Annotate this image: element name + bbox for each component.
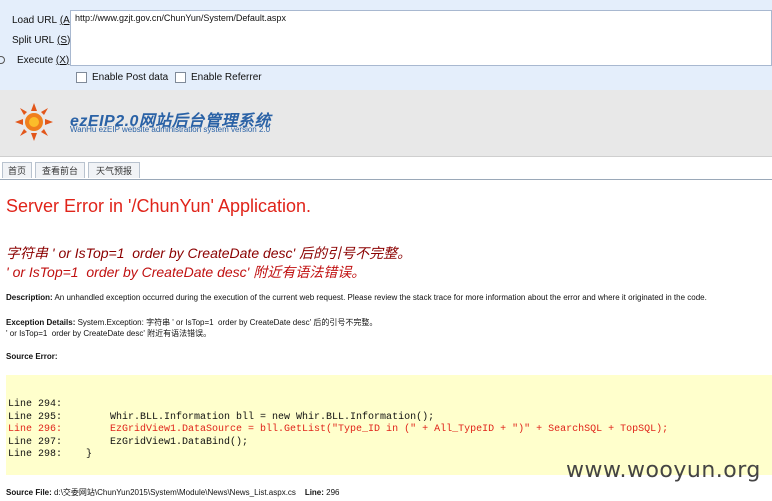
source-file-path: d:\交委网站\ChunYun2015\System\Module\News\N… (54, 488, 296, 497)
source-line: Line 295: Whir.BLL.Information bll = new… (8, 411, 435, 423)
description-text: An unhandled exception occurred during t… (54, 293, 707, 302)
cms-subtitle: WanHu ezEIP website administration syste… (70, 125, 271, 134)
checkbox-box[interactable] (76, 72, 87, 83)
checkbox-box[interactable] (175, 72, 186, 83)
tab-view-frontend[interactable]: 查看前台 (35, 162, 85, 178)
enable-post-checkbox[interactable]: Enable Post data (76, 72, 168, 83)
watermark: www.wooyun.org (566, 458, 761, 483)
sun-logo-icon (15, 103, 53, 141)
source-file-label: Source File: (6, 488, 52, 497)
line-number: 296 (326, 488, 340, 497)
line-label: Line: (304, 488, 324, 497)
split-url-icon (0, 36, 5, 44)
source-line: Line 297: EzGridView1.DataBind(); (8, 436, 249, 448)
hackbar-panel: Load URL (A) Split URL (S) Execute (X) h… (0, 0, 772, 91)
error-message-line1: 字符串 ' or IsTop=1 order by CreateDate des… (6, 245, 412, 261)
description-paragraph: Description: An unhandled exception occu… (6, 293, 707, 302)
error-message-line2: ' or IsTop=1 order by CreateDate desc' 附… (6, 264, 366, 280)
error-title: Server Error in '/ChunYun' Application. (6, 196, 312, 216)
source-line: Line 294: (8, 399, 63, 410)
exception-label: Exception Details: (6, 318, 76, 327)
enable-post-label: Enable Post data (92, 72, 169, 83)
load-url-label: Load URL (12, 14, 58, 26)
cms-nav: 首页 查看前台 天气预报 (0, 160, 772, 180)
split-url-shortcut: (S) (57, 34, 71, 46)
exception-details-paragraph: Exception Details: System.Exception: 字符串… (6, 317, 377, 328)
execute-label: Execute (17, 54, 54, 66)
exception-text1: System.Exception: 字符串 ' or IsTop=1 order… (77, 318, 378, 327)
split-url-label: Split URL (12, 34, 55, 46)
source-line: Line 298: } (8, 449, 93, 460)
execute-button[interactable]: Execute (X) (0, 51, 69, 69)
load-url-icon (0, 16, 5, 24)
source-line-highlighted: Line 296: EzGridView1.DataSource = bll.G… (8, 424, 669, 435)
execute-icon (0, 56, 5, 64)
split-url-button[interactable]: Split URL (S) (0, 31, 70, 49)
tab-home[interactable]: 首页 (2, 162, 32, 178)
source-file-line: Source File: d:\交委网站\ChunYun2015\System\… (6, 487, 340, 498)
source-error-label: Source Error: (6, 352, 58, 361)
source-code: Line 294: Line 295: Whir.BLL.Information… (8, 399, 668, 462)
cms-header: ezEIP2.0网站后台管理系统 WanHu ezEIP website adm… (0, 90, 772, 157)
description-label: Description: (6, 293, 53, 302)
tab-weather[interactable]: 天气预报 (88, 162, 140, 178)
execute-shortcut: (X) (55, 54, 70, 66)
enable-referrer-checkbox[interactable]: Enable Referrer (175, 72, 262, 83)
enable-referrer-label: Enable Referrer (191, 72, 262, 83)
load-url-button[interactable]: Load URL (A) (0, 11, 73, 29)
url-textarea[interactable]: http://www.gzjt.gov.cn/ChunYun/System/De… (70, 10, 772, 66)
exception-text2: ' or IsTop=1 order by CreateDate desc' 附… (6, 329, 212, 338)
